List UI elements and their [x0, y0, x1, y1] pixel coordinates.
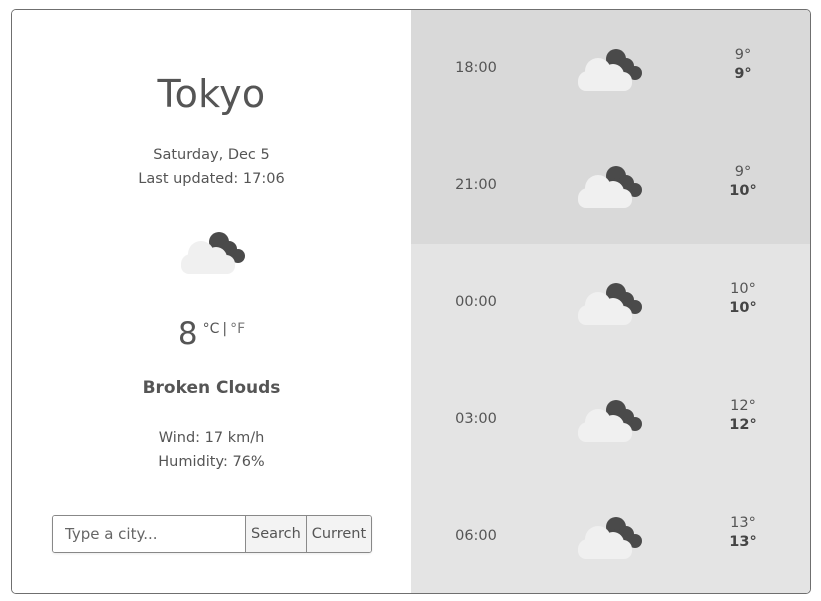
- forecast-row: 21:00 9° 10°: [411, 127, 810, 244]
- forecast-time: 21:00: [455, 177, 497, 193]
- current-date: Saturday, Dec 5: [153, 147, 270, 163]
- forecast-time: 18:00: [455, 60, 497, 76]
- celsius-link[interactable]: °C: [203, 321, 220, 337]
- fahrenheit-link[interactable]: °F: [230, 321, 245, 337]
- city-name: Tokyo: [157, 72, 266, 116]
- forecast-temp-min: 9°: [734, 164, 752, 180]
- unit-separator: |: [222, 321, 228, 337]
- city-search-form: Search Current: [52, 515, 372, 553]
- broken-clouds-icon: [575, 396, 647, 442]
- forecast-row: 03:00 12° 12°: [411, 361, 810, 478]
- broken-clouds-icon: [575, 279, 647, 325]
- forecast-temperatures: 10° 10°: [711, 281, 775, 316]
- forecast-time: 00:00: [455, 294, 497, 310]
- forecast-temp-min: 13°: [730, 515, 756, 531]
- broken-clouds-icon: [575, 513, 647, 559]
- forecast-row: 18:00 9° 9°: [411, 10, 810, 127]
- current-weather-panel: Tokyo Saturday, Dec 5 Last updated: 17:0…: [12, 10, 411, 593]
- wind-speed: Wind: 17 km/h: [158, 430, 265, 446]
- city-search-input[interactable]: [53, 516, 245, 552]
- broken-clouds-icon: [575, 162, 647, 208]
- unit-toggle: °C | °F: [203, 321, 246, 337]
- forecast-temp-min: 12°: [730, 398, 756, 414]
- forecast-row: 00:00 10° 10°: [411, 244, 810, 361]
- forecast-temperatures: 13° 13°: [711, 515, 775, 550]
- weather-description: Broken Clouds: [142, 378, 281, 398]
- forecast-temperatures: 12° 12°: [711, 398, 775, 433]
- current-location-button[interactable]: Current: [305, 516, 371, 552]
- forecast-temp-min: 9°: [734, 47, 752, 63]
- forecast-temp-max: 12°: [729, 417, 757, 433]
- broken-clouds-icon: [178, 228, 250, 274]
- broken-clouds-icon: [575, 45, 647, 91]
- forecast-temp-max: 10°: [729, 300, 757, 316]
- forecast-temp-max: 9°: [734, 66, 752, 82]
- forecast-temperatures: 9° 10°: [711, 164, 775, 199]
- last-updated-time: Last updated: 17:06: [138, 171, 285, 187]
- hourly-forecast-panel: 18:00 9° 9° 21:00 9° 10° 00:00 10° 10° 03:00 12° 12…: [411, 10, 810, 593]
- weather-card: Tokyo Saturday, Dec 5 Last updated: 17:0…: [11, 9, 811, 594]
- search-button[interactable]: Search: [245, 516, 306, 552]
- forecast-time: 03:00: [455, 411, 497, 427]
- humidity: Humidity: 76%: [158, 454, 265, 470]
- forecast-temp-min: 10°: [730, 281, 756, 297]
- forecast-row: 06:00 13° 13°: [411, 478, 810, 593]
- forecast-time: 06:00: [455, 528, 497, 544]
- temperature-display: 8 °C | °F: [12, 316, 411, 352]
- forecast-temp-max: 13°: [729, 534, 757, 550]
- forecast-temp-max: 10°: [729, 183, 757, 199]
- forecast-temperatures: 9° 9°: [711, 47, 775, 82]
- current-temperature: 8: [177, 316, 198, 352]
